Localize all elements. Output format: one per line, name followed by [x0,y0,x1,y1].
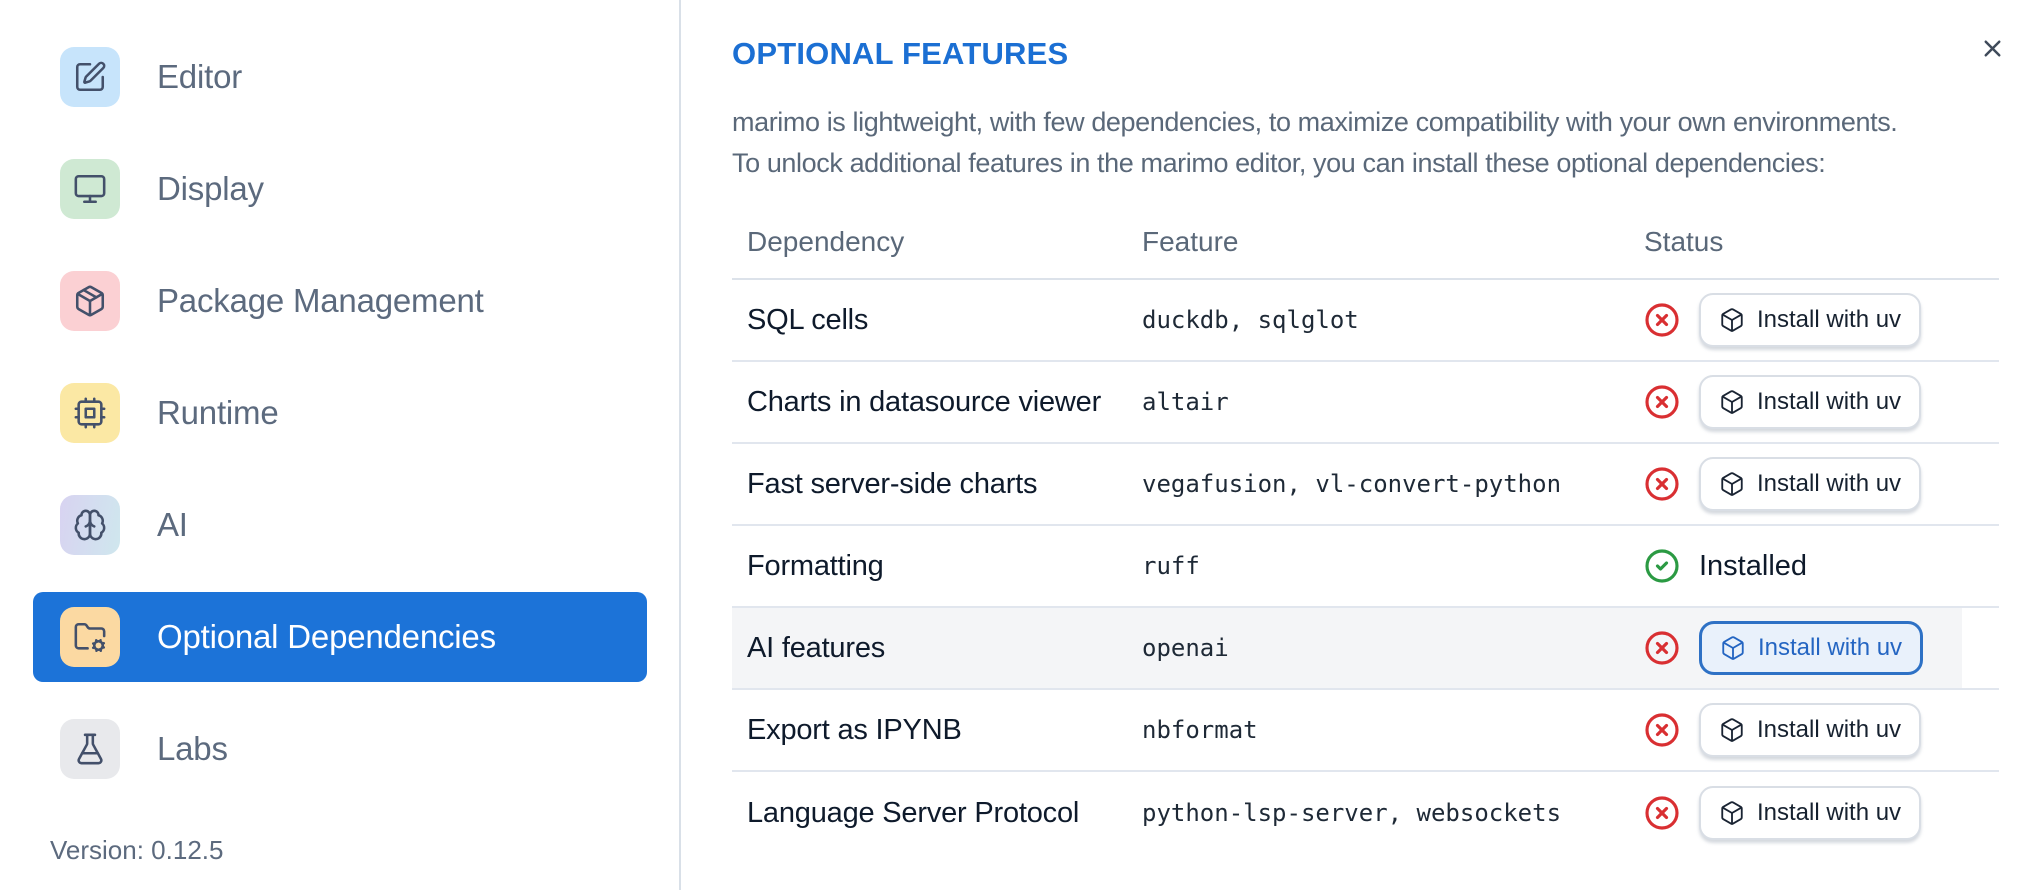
install-with-uv-button[interactable]: Install with uv [1699,703,1922,757]
feature-cell: openai [1142,634,1229,662]
box-icon [1719,307,1745,333]
description-line: marimo is lightweight, with few dependen… [732,107,1898,137]
sidebar-item-optional-dependencies[interactable]: Optional Dependencies [33,592,647,682]
sidebar-item-label: Package Management [157,282,484,319]
dependency-cell: AI features [747,631,886,664]
close-button[interactable] [1972,28,2012,68]
sidebar-item-ai[interactable]: AI [33,480,647,570]
sidebar-item-label: Runtime [157,394,279,431]
cpu-icon [73,396,107,430]
install-button-label: Install with uv [1757,799,1902,826]
feature-cell: ruff [1142,552,1200,580]
sidebar-item-display[interactable]: Display [33,144,647,234]
status-cell: Install with uv [1632,621,1999,675]
box-icon [1719,471,1745,497]
install-with-uv-button[interactable]: Install with uv [1699,293,1922,347]
table-row: Charts in datasource viewer altair Insta… [732,362,1999,444]
circle-check-icon [1644,548,1680,584]
feature-cell: altair [1142,388,1229,416]
sidebar-item-labs[interactable]: Labs [33,704,647,794]
table-row: Language Server Protocol python-lsp-serv… [732,772,1999,854]
install-with-uv-button[interactable]: Install with uv [1699,375,1922,429]
dependency-cell: SQL cells [747,303,869,336]
dependencies-table: Dependency Feature Status SQL cells duck… [732,205,1999,854]
column-header-dependency: Dependency [747,225,905,257]
install-button-label: Install with uv [1757,388,1902,415]
status-cell: Install with uv [1632,375,1999,429]
status-cell: Install with uv [1632,786,1999,840]
dependency-cell: Formatting [747,549,884,582]
sidebar-item-label: AI [157,506,188,543]
circle-x-icon [1644,302,1680,338]
install-with-uv-button[interactable]: Install with uv [1699,457,1922,511]
install-with-uv-button[interactable]: Install with uv [1699,621,1924,675]
page-title: OPTIONAL FEATURES [732,36,1069,71]
sidebar-item-label: Editor [157,58,243,95]
table-row: Fast server-side charts vegafusion, vl-c… [732,444,1999,526]
table-row: Export as IPYNB nbformat Install with uv [732,690,1999,772]
brain-icon [73,508,107,542]
install-button-label: Install with uv [1757,306,1902,333]
sidebar-item-editor[interactable]: Editor [33,32,647,122]
package-icon-box [60,271,120,331]
box-icon [1719,717,1745,743]
editor-icon-box [60,47,120,107]
display-icon-box [60,159,120,219]
status-cell: Install with uv [1632,457,1999,511]
install-button-label: Install with uv [1758,634,1903,661]
settings-dialog: Editor Display Package Management Runtim… [0,0,2042,890]
feature-cell: duckdb, sqlglot [1142,306,1359,334]
sidebar-item-package-management[interactable]: Package Management [33,256,647,346]
feature-cell: python-lsp-server, websockets [1142,799,1562,827]
square-pen-icon [73,60,107,94]
dependency-cell: Fast server-side charts [747,467,1038,500]
circle-x-icon [1644,795,1680,831]
install-with-uv-button[interactable]: Install with uv [1699,786,1922,840]
ai-icon-box [60,495,120,555]
version-label: Version: 0.12.5 [50,835,224,865]
feature-cell: nbformat [1142,716,1258,744]
box-icon [1719,800,1745,826]
labs-icon-box [60,719,120,779]
table-row: AI features openai Install with uv [732,608,1999,690]
circle-x-icon [1644,630,1680,666]
circle-x-icon [1644,466,1680,502]
sidebar-item-label: Labs [157,730,228,767]
installed-status-label: Installed [1699,549,1808,582]
flask-icon [73,732,107,766]
install-button-label: Install with uv [1757,470,1902,497]
settings-sidebar: Editor Display Package Management Runtim… [0,0,681,890]
status-cell: Install with uv [1632,703,1999,757]
monitor-icon [73,172,107,206]
install-button-label: Install with uv [1757,716,1902,743]
table-row: Formatting ruff Installed [732,526,1999,608]
status-cell: Install with uv [1632,293,1999,347]
folder-cog-icon [73,620,107,654]
dependency-cell: Charts in datasource viewer [747,385,1102,418]
runtime-icon-box [60,383,120,443]
dependency-cell: Language Server Protocol [747,796,1080,829]
box-icon [1720,635,1746,661]
circle-x-icon [1644,712,1680,748]
description-line: To unlock additional features in the mar… [732,148,1826,178]
box-icon [1719,389,1745,415]
sidebar-item-label: Optional Dependencies [157,618,496,655]
optional-features-panel: OPTIONAL FEATURES marimo is lightweight,… [683,0,2042,890]
optional-dependencies-icon-box [60,607,120,667]
circle-x-icon [1644,384,1680,420]
close-icon [1979,35,2006,62]
dependency-cell: Export as IPYNB [747,713,962,746]
column-header-status: Status [1644,225,1724,257]
column-header-feature: Feature [1142,225,1239,257]
sidebar-item-runtime[interactable]: Runtime [33,368,647,458]
table-row: SQL cells duckdb, sqlglot Install with u… [732,280,1999,362]
feature-cell: vegafusion, vl-convert-python [1142,470,1562,498]
panel-description: marimo is lightweight, with few dependen… [732,102,1898,184]
package-icon [73,284,107,318]
status-cell: Installed [1632,548,1999,584]
sidebar-item-label: Display [157,170,264,207]
table-header-row: Dependency Feature Status [732,205,1999,280]
